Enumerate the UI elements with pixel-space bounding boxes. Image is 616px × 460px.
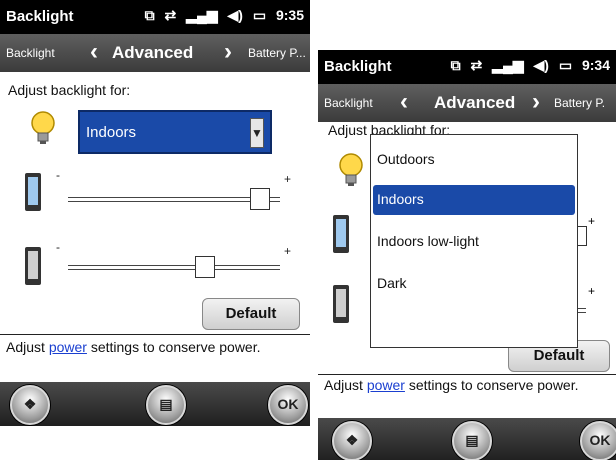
tab-next-arrow-icon[interactable]: › xyxy=(532,88,540,116)
ok-button[interactable]: OK xyxy=(268,385,308,425)
slider-thumb[interactable] xyxy=(250,188,271,210)
slider-max-label: + xyxy=(284,244,292,258)
option-label: Indoors low-light xyxy=(377,233,479,249)
slider-max-label: + xyxy=(284,172,292,186)
battery-icon: ▭ xyxy=(252,7,267,23)
start-icon: ❖ xyxy=(345,432,359,448)
status-bar: Backlight ⧉ ⇄ ▂▄▆ ◀) ▭ 9:34 xyxy=(318,50,616,84)
sync-icon: ⧉ xyxy=(450,57,461,73)
status-bar: Backlight ⧉ ⇄ ▂▄▆ ◀) ▭ 9:35 xyxy=(0,0,310,34)
tab-advanced[interactable]: Advanced xyxy=(112,43,193,63)
tab-battery-power[interactable]: Battery P. xyxy=(554,96,605,110)
tab-backlight[interactable]: Backlight xyxy=(324,96,373,110)
divider xyxy=(318,374,616,375)
signal-icon: ▂▄▆ xyxy=(492,57,524,73)
power-settings-link[interactable]: power xyxy=(367,377,405,393)
sync-icon: ⧉ xyxy=(144,7,155,23)
softkey-bar: ❖ ▤ OK xyxy=(0,382,310,426)
tab-backlight[interactable]: Backlight xyxy=(6,46,55,60)
slider-min-label: - xyxy=(56,240,60,254)
volume-icon[interactable]: ◀) xyxy=(228,7,243,23)
tab-next-arrow-icon[interactable]: › xyxy=(224,38,232,66)
status-time: 9:34 xyxy=(581,57,610,73)
ok-label: OK xyxy=(589,432,611,448)
status-title: Backlight xyxy=(324,58,392,75)
screen-backlight-dropdown-open: Backlight ⧉ ⇄ ▂▄▆ ◀) ▭ 9:34 Backlight ‹ … xyxy=(318,50,616,460)
battery-icon: ▭ xyxy=(558,57,573,73)
screen-device-icon xyxy=(333,215,349,253)
backlight-profile-dropdown: Outdoors Indoors Indoors low-light Dark xyxy=(370,134,578,348)
lightbulb-icon xyxy=(31,111,55,144)
keyboard-icon: ▤ xyxy=(465,432,479,448)
option-label: Dark xyxy=(377,275,407,291)
tab-prev-arrow-icon[interactable]: ‹ xyxy=(400,88,408,116)
connectivity-icon: ⇄ xyxy=(470,57,483,73)
start-icon: ❖ xyxy=(23,396,37,412)
profile-select-value: Indoors xyxy=(86,124,137,141)
tab-bar: Backlight ‹ Advanced › Battery P. xyxy=(318,84,616,122)
tab-advanced[interactable]: Advanced xyxy=(434,93,515,113)
power-hint-text: Adjust power settings to conserve power. xyxy=(324,376,609,395)
power-hint-prefix: Adjust xyxy=(324,377,367,393)
option-label: Indoors xyxy=(377,191,424,207)
signal-icon: ▂▄▆ xyxy=(186,7,218,23)
keyboard-button[interactable]: ▤ xyxy=(452,421,492,460)
slider-thumb[interactable] xyxy=(194,256,215,278)
backlight-profile-select[interactable]: Indoors ▼ xyxy=(78,110,272,154)
status-time: 9:35 xyxy=(275,7,304,23)
keypad-device-icon xyxy=(25,247,41,285)
dropdown-option-outdoors[interactable]: Outdoors xyxy=(373,145,575,175)
dropdown-arrow-icon[interactable]: ▼ xyxy=(250,118,264,148)
softkey-bar: ❖ ▤ OK xyxy=(318,418,616,460)
status-icons: ⧉ ⇄ ▂▄▆ ◀) ▭ 9:34 xyxy=(445,57,610,74)
screen-backlight-settings: Backlight ⧉ ⇄ ▂▄▆ ◀) ▭ 9:35 Backlight ‹ … xyxy=(0,0,310,426)
default-button[interactable]: Default xyxy=(202,298,300,330)
start-button[interactable]: ❖ xyxy=(332,421,372,460)
screen-device-icon xyxy=(25,173,41,211)
dropdown-option-dark[interactable]: Dark xyxy=(373,269,575,299)
adjust-label: Adjust backlight for: xyxy=(8,82,131,98)
power-hint-prefix: Adjust xyxy=(6,339,49,355)
keyboard-button[interactable]: ▤ xyxy=(146,385,186,425)
keypad-device-icon xyxy=(333,285,349,323)
tab-bar: Backlight ‹ Advanced › Battery P... xyxy=(0,34,310,72)
dropdown-option-indoors-low-light[interactable]: Indoors low-light xyxy=(373,227,575,257)
dropdown-option-indoors[interactable]: Indoors xyxy=(373,185,575,215)
connectivity-icon: ⇄ xyxy=(164,7,177,23)
keyboard-icon: ▤ xyxy=(159,396,173,412)
divider xyxy=(0,334,310,335)
status-icons: ⧉ ⇄ ▂▄▆ ◀) ▭ 9:35 xyxy=(139,7,304,24)
power-hint-suffix: settings to conserve power. xyxy=(86,339,261,355)
ok-button[interactable]: OK xyxy=(580,421,616,460)
option-label: Outdoors xyxy=(377,151,435,167)
tab-prev-arrow-icon[interactable]: ‹ xyxy=(90,38,98,66)
lightbulb-icon xyxy=(339,153,363,186)
power-hint-text: Adjust power settings to conserve power. xyxy=(6,338,296,357)
slider-max-label: + xyxy=(588,214,596,228)
power-hint-suffix: settings to conserve power. xyxy=(404,377,579,393)
ok-label: OK xyxy=(277,396,299,412)
status-title: Backlight xyxy=(6,8,74,25)
tab-battery-power[interactable]: Battery P... xyxy=(248,46,306,60)
slider-max-label: + xyxy=(588,284,596,298)
volume-icon[interactable]: ◀) xyxy=(534,57,549,73)
start-button[interactable]: ❖ xyxy=(10,385,50,425)
slider-min-label: - xyxy=(56,168,60,182)
keypad-brightness-slider[interactable] xyxy=(68,256,280,278)
screen-brightness-slider[interactable] xyxy=(68,188,280,210)
power-settings-link[interactable]: power xyxy=(49,339,87,355)
